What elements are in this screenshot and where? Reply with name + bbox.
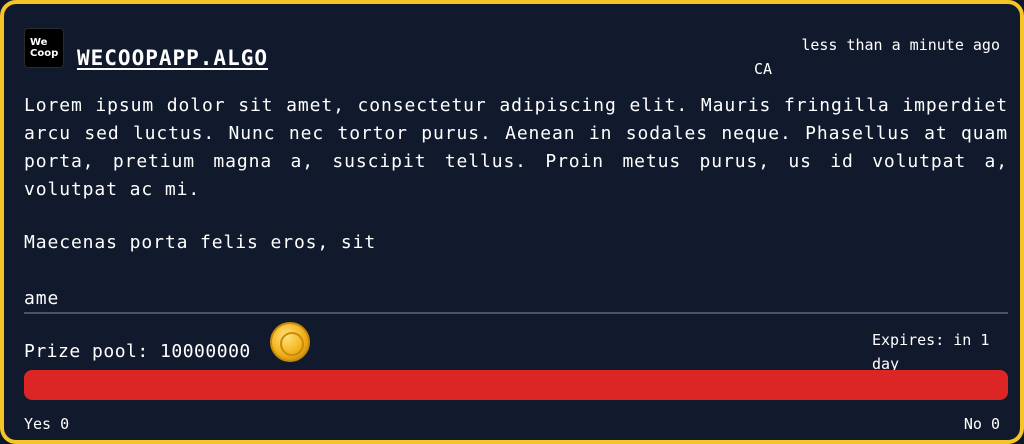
yes-count: Yes 0: [24, 415, 70, 433]
divider: [24, 312, 1008, 314]
location-code: CA: [754, 60, 773, 78]
proposal-card: We Coop WECOOPAPP.ALGO less than a minut…: [0, 0, 1024, 444]
prize-pool: Prize pool: 10000000: [24, 341, 251, 362]
expiry-label: Expires: in 1 day: [872, 331, 990, 373]
no-count: No 0: [963, 415, 1000, 433]
wecoop-logo: We Coop: [24, 28, 64, 68]
vote-bar: [24, 370, 1008, 400]
proposal-body: Lorem ipsum dolor sit amet, consectetur …: [24, 95, 1008, 200]
logo-text-bottom: Coop: [30, 48, 59, 59]
logo-text-top: We: [30, 37, 48, 48]
proposal-body-para2: Maecenas porta felis eros, sit: [24, 232, 377, 253]
algo-coin-icon: [270, 322, 310, 362]
proposal-body-fragment: ame: [24, 288, 60, 309]
timestamp: less than a minute ago: [801, 36, 1000, 54]
account-link[interactable]: WECOOPAPP.ALGO: [77, 46, 268, 70]
